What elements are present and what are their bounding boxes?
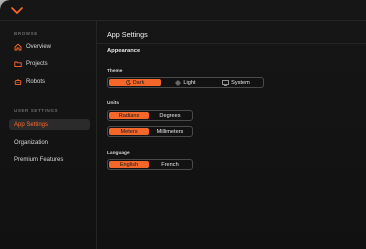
unit-option-degrees[interactable]: Degrees bbox=[149, 112, 191, 119]
unit-option-millimeters[interactable]: Millimeters bbox=[149, 128, 191, 135]
unit-option-radians[interactable]: Radians bbox=[109, 112, 149, 119]
theme-option-system[interactable]: System bbox=[210, 79, 262, 86]
chevron-logo-icon[interactable] bbox=[11, 7, 23, 15]
sidebar-item-premium-features[interactable]: Premium Features bbox=[9, 154, 90, 165]
language-label: Language bbox=[107, 151, 130, 156]
main-panel: App Settings Appearance Theme Dark Light bbox=[97, 21, 366, 249]
app-window: BROWSE Overview Projects Robots USER SET… bbox=[0, 0, 366, 249]
monitor-icon bbox=[222, 79, 229, 86]
theme-label: Theme bbox=[107, 69, 123, 74]
language-option-french[interactable]: French bbox=[149, 161, 191, 168]
language-option-english[interactable]: English bbox=[109, 161, 149, 168]
theme-option-label: Light bbox=[183, 79, 196, 86]
unit-option-label: Radians bbox=[118, 112, 140, 119]
folder-icon bbox=[13, 59, 23, 69]
sidebar-item-label: Robots bbox=[26, 78, 46, 85]
top-bar bbox=[0, 0, 366, 21]
language-option-label: French bbox=[161, 161, 179, 168]
theme-option-label: System bbox=[231, 79, 250, 86]
appearance-heading: Appearance bbox=[107, 48, 141, 54]
sidebar-item-label: Overview bbox=[26, 43, 52, 50]
length-unit-selector: Meters Millimeters bbox=[107, 126, 193, 137]
theme-option-dark[interactable]: Dark bbox=[109, 79, 161, 86]
sidebar-item-robots[interactable]: Robots bbox=[9, 76, 90, 87]
language-option-label: English bbox=[119, 161, 139, 168]
theme-option-light[interactable]: Light bbox=[161, 79, 210, 86]
sidebar-item-projects[interactable]: Projects bbox=[9, 58, 90, 69]
unit-option-label: Degrees bbox=[159, 112, 181, 119]
robot-icon bbox=[13, 77, 23, 87]
sidebar-item-label: Organization bbox=[14, 139, 49, 146]
home-icon bbox=[13, 42, 23, 52]
sidebar-item-overview[interactable]: Overview bbox=[9, 41, 90, 52]
sidebar-item-label: Premium Features bbox=[14, 156, 64, 163]
unit-option-label: Meters bbox=[120, 128, 138, 135]
sidebar-item-app-settings[interactable]: App Settings bbox=[9, 119, 90, 130]
unit-option-label: Millimeters bbox=[156, 128, 184, 135]
sun-icon bbox=[175, 79, 182, 86]
user-settings-section-title: USER SETTINGS bbox=[14, 108, 59, 113]
theme-selector: Dark Light System bbox=[107, 77, 264, 88]
moon-icon bbox=[125, 80, 131, 85]
sidebar: BROWSE Overview Projects Robots USER SET… bbox=[0, 21, 97, 249]
sidebar-item-label: Projects bbox=[26, 60, 48, 67]
sidebar-item-label: App Settings bbox=[14, 121, 49, 128]
language-selector: English French bbox=[107, 159, 193, 170]
page-title: App Settings bbox=[107, 30, 148, 39]
units-label: Units bbox=[107, 101, 119, 106]
sidebar-item-organization[interactable]: Organization bbox=[9, 137, 90, 148]
header-divider bbox=[97, 43, 366, 44]
angle-unit-selector: Radians Degrees bbox=[107, 110, 193, 121]
theme-option-label: Dark bbox=[132, 79, 145, 86]
unit-option-meters[interactable]: Meters bbox=[109, 128, 149, 135]
browse-section-title: BROWSE bbox=[14, 31, 38, 36]
